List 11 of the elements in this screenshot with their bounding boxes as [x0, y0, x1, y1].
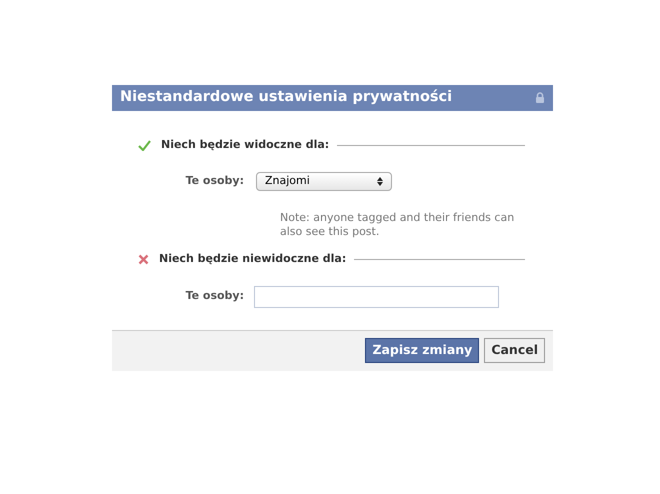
dropdown[interactable]: Znajomi [256, 172, 392, 190]
input-field[interactable] [254, 286, 499, 308]
stepper-arrows-icon [377, 176, 383, 186]
dialog-title: Niestandardowe ustawienia prywatności [120, 88, 452, 108]
section-heading: Niech będzie niewidoczne dla: [159, 251, 346, 268]
section-heading: Niech będzie widoczne dla: [161, 137, 330, 153]
field-label: Te osoby: [184, 172, 244, 189]
save-button[interactable]: Zapisz zmiany [365, 338, 480, 363]
field-label: Te osoby: [184, 288, 244, 304]
cancel-button[interactable]: Cancel [484, 338, 545, 363]
note-text: Note: anyone tagged and their friends can also see this post. [280, 210, 516, 240]
